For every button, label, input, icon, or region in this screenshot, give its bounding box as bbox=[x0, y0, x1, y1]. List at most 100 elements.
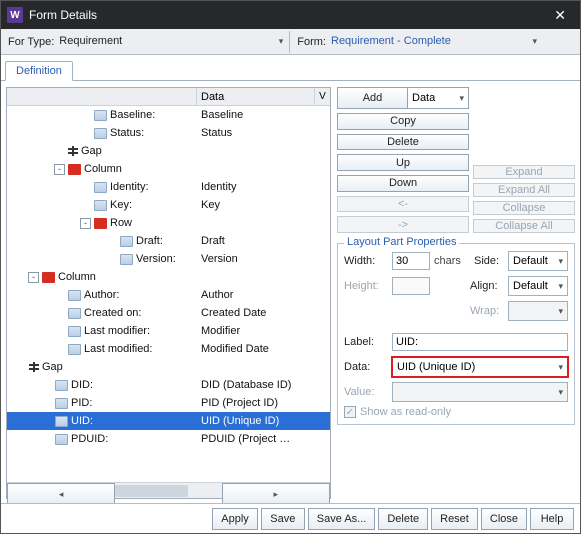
gap-icon bbox=[29, 364, 39, 370]
tree-row[interactable]: PDUID:PDUID (Project … bbox=[7, 430, 330, 448]
label-input[interactable] bbox=[392, 333, 568, 351]
tree-item-data: Created Date bbox=[197, 307, 330, 319]
tree-toggle-icon[interactable]: - bbox=[80, 218, 91, 229]
save-as-button[interactable]: Save As... bbox=[308, 508, 376, 530]
form-label: Form: bbox=[294, 36, 329, 48]
group-label: Layout Part Properties bbox=[344, 236, 459, 248]
field-icon bbox=[68, 326, 81, 337]
tree-item-data: Identity bbox=[197, 181, 330, 193]
expand-all-button[interactable]: Expand All bbox=[473, 183, 575, 197]
tree-item-label: Last modifier: bbox=[84, 325, 150, 337]
gap-icon bbox=[68, 148, 78, 154]
tree-toggle-icon[interactable]: - bbox=[54, 164, 65, 175]
field-icon bbox=[120, 236, 133, 247]
tree-row[interactable]: Gap bbox=[7, 142, 330, 160]
tree-row[interactable]: - Row bbox=[7, 214, 330, 232]
data-select[interactable]: UID (Unique ID)▾ bbox=[392, 357, 568, 377]
for-type-label: For Type: bbox=[5, 36, 57, 48]
tree-item-label: Created on: bbox=[84, 307, 141, 319]
column-header-v[interactable]: V bbox=[319, 91, 326, 102]
scroll-right-icon[interactable]: ▸ bbox=[222, 483, 330, 503]
tree-item-label: Column bbox=[84, 163, 122, 175]
tab-label: Definition bbox=[16, 65, 62, 77]
tree-row[interactable]: Status:Status bbox=[7, 124, 330, 142]
tree-item-data: DID (Database ID) bbox=[197, 379, 330, 391]
tree-toggle-icon bbox=[54, 290, 65, 301]
horizontal-scrollbar[interactable]: ◂ ▸ bbox=[7, 482, 330, 498]
side-select[interactable]: Default▾ bbox=[508, 251, 568, 271]
tree-row[interactable]: Key:Key bbox=[7, 196, 330, 214]
tree-row[interactable]: PID: PID (Project ID) bbox=[7, 394, 330, 412]
tree-row[interactable]: UID:UID (Unique ID) bbox=[7, 412, 330, 430]
tree-item-label: PID: bbox=[71, 397, 92, 409]
tree-item-data: PID (Project ID) bbox=[197, 397, 330, 409]
delete-button[interactable]: Delete bbox=[337, 134, 469, 151]
field-icon bbox=[94, 182, 107, 193]
column-header-data[interactable]: Data bbox=[201, 91, 224, 103]
help-button[interactable]: Help bbox=[530, 508, 574, 530]
side-label: Side: bbox=[474, 255, 504, 267]
form-select[interactable]: Requirement - Complete ▾ bbox=[329, 33, 539, 51]
tree-row[interactable]: DID:DID (Database ID) bbox=[7, 376, 330, 394]
tree-row[interactable]: Identity:Identity bbox=[7, 178, 330, 196]
tree-row[interactable]: Last modified: Modified Date bbox=[7, 340, 330, 358]
tree-item-label: Gap bbox=[81, 145, 102, 157]
up-button[interactable]: Up bbox=[337, 154, 469, 171]
tree-row[interactable]: Created on: Created Date bbox=[7, 304, 330, 322]
collapse-button[interactable]: Collapse bbox=[473, 201, 575, 215]
width-unit: chars bbox=[434, 255, 461, 267]
tree-toggle-icon bbox=[54, 308, 65, 319]
align-label: Align: bbox=[470, 280, 504, 292]
tree-row[interactable]: - Column bbox=[7, 160, 330, 178]
tree-item-label: Row bbox=[110, 217, 132, 229]
tree-row[interactable]: Version:Version bbox=[7, 250, 330, 268]
field-icon bbox=[68, 290, 81, 301]
tree-toggle-icon bbox=[106, 236, 117, 247]
align-select[interactable]: Default▾ bbox=[508, 276, 568, 296]
tree-item-data: Modified Date bbox=[197, 343, 330, 355]
width-input[interactable] bbox=[392, 252, 430, 270]
tree-row[interactable]: -Column bbox=[7, 268, 330, 286]
tree-toggle-icon bbox=[41, 398, 52, 409]
close-button[interactable]: Close bbox=[481, 508, 527, 530]
tree-row[interactable]: Draft:Draft bbox=[7, 232, 330, 250]
tree-item-data: Status bbox=[197, 127, 330, 139]
for-type-select[interactable]: Requirement ▾ bbox=[57, 33, 285, 51]
apply-button[interactable]: Apply bbox=[212, 508, 258, 530]
move-left-button[interactable]: <- bbox=[337, 196, 469, 213]
tree-row[interactable]: Baseline:Baseline bbox=[7, 106, 330, 124]
tree-item-label: Key: bbox=[110, 199, 132, 211]
wrap-select: ▾ bbox=[508, 301, 568, 321]
down-button[interactable]: Down bbox=[337, 175, 469, 192]
close-icon[interactable]: ✕ bbox=[546, 7, 574, 24]
copy-button[interactable]: Copy bbox=[337, 113, 469, 130]
tree-item-label: Last modified: bbox=[84, 343, 152, 355]
tree-row[interactable]: Author:Author bbox=[7, 286, 330, 304]
tree-item-label: Baseline: bbox=[110, 109, 155, 121]
add-button[interactable]: Add bbox=[337, 87, 407, 109]
tree-item-label: UID: bbox=[71, 415, 93, 427]
tree-toggle-icon[interactable]: - bbox=[28, 272, 39, 283]
reset-button[interactable]: Reset bbox=[431, 508, 478, 530]
footer-delete-button[interactable]: Delete bbox=[378, 508, 428, 530]
expand-button[interactable]: Expand bbox=[473, 165, 575, 179]
container-icon bbox=[68, 164, 81, 175]
height-input bbox=[392, 277, 430, 295]
move-right-button[interactable]: -> bbox=[337, 216, 469, 233]
tab-definition[interactable]: Definition bbox=[5, 61, 73, 81]
tree-row[interactable]: Gap bbox=[7, 358, 330, 376]
tree-toggle-icon bbox=[41, 416, 52, 427]
toolbar-divider bbox=[289, 31, 290, 53]
field-icon bbox=[120, 254, 133, 265]
form-value: Requirement - Complete bbox=[331, 35, 451, 47]
tree-item-data: Author bbox=[197, 289, 330, 301]
tree-toggle-icon bbox=[15, 362, 26, 373]
add-type-select[interactable]: Data▾ bbox=[407, 87, 469, 109]
field-icon bbox=[94, 200, 107, 211]
scroll-left-icon[interactable]: ◂ bbox=[7, 483, 115, 503]
collapse-all-button[interactable]: Collapse All bbox=[473, 219, 575, 233]
tree-row[interactable]: Last modifier:Modifier bbox=[7, 322, 330, 340]
tree-item-label: Gap bbox=[42, 361, 63, 373]
save-button[interactable]: Save bbox=[261, 508, 305, 530]
tree-toggle-icon bbox=[54, 326, 65, 337]
